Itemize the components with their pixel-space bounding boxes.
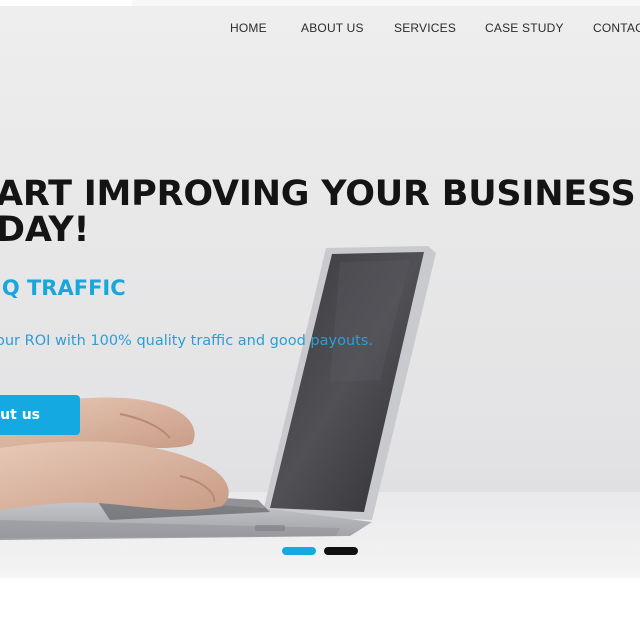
nav-services[interactable]: SERVICES — [394, 21, 456, 35]
hero-subheading: IQ TRAFFIC — [0, 276, 126, 300]
carousel-dot-active[interactable] — [282, 547, 316, 555]
carousel-dot[interactable] — [324, 547, 358, 555]
hero-tagline: our ROI with 100% quality traffic and go… — [0, 333, 374, 349]
nav-about-us[interactable]: ABOUT US — [301, 21, 364, 35]
main-nav: HOME ABOUT US SERVICES CASE STUDY CONTAC — [0, 18, 640, 38]
nav-home[interactable]: HOME — [230, 21, 267, 35]
about-us-button[interactable]: out us — [0, 395, 80, 435]
nav-case-study[interactable]: CASE STUDY — [485, 21, 564, 35]
nav-contact[interactable]: CONTAC — [593, 21, 640, 35]
hero-banner: HOME ABOUT US SERVICES CASE STUDY CONTAC… — [0, 0, 640, 578]
hero-headline: ART IMPROVING YOUR BUSINESS DAY! — [0, 174, 636, 250]
carousel-indicators — [282, 547, 362, 559]
